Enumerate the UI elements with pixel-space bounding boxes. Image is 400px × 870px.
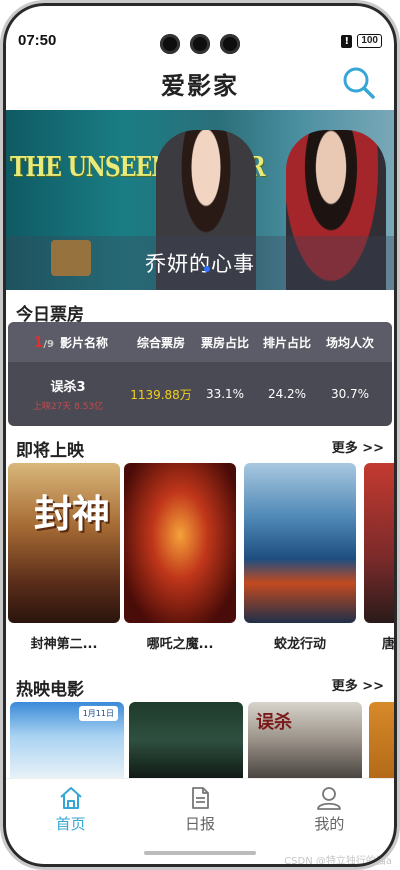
watermark: CSDN @特立独行的猫a	[284, 856, 392, 867]
boxoffice-header-row: 1/9 影片名称 综合票房 票房占比 排片占比 场均人次	[8, 322, 392, 362]
movie-poster: 封神	[8, 463, 120, 623]
movie-poster[interactable]	[129, 702, 243, 778]
film-avg-attendance: 30.7%	[330, 387, 370, 401]
tab-label: 我的	[314, 815, 345, 833]
movie-poster	[124, 463, 236, 623]
poster-date-tag: 1月11日	[78, 706, 118, 721]
app-title: 爱影家	[161, 72, 239, 100]
app-header: 爱影家	[6, 62, 394, 106]
movie-title: 蛟龙行动	[273, 637, 326, 652]
film-gross: 1139.88万	[130, 387, 192, 402]
movie-title: 哪吒之魔...	[146, 637, 214, 652]
tab-label: 日报	[184, 815, 215, 833]
hot-carousel[interactable]: 1月11日 误杀	[10, 702, 400, 778]
header-gross: 综合票房	[136, 335, 185, 350]
movie-poster[interactable]	[369, 702, 400, 778]
upcoming-carousel[interactable]: 封神 封神第二... 哪吒之魔... 蛟龙行动 唐	[8, 463, 400, 653]
status-time: 07:50	[18, 32, 57, 49]
boxoffice-table[interactable]: 1/9 影片名称 综合票房 票房占比 排片占比 场均人次 误杀3 上映27天 8.…	[8, 322, 392, 426]
hot-more-link[interactable]: 更多 >>	[332, 675, 384, 694]
tab-label: 首页	[55, 815, 86, 833]
film-name: 误杀3	[50, 380, 86, 395]
film-box-share: 33.1%	[205, 387, 245, 401]
movie-card[interactable]: 蛟龙行动	[244, 463, 356, 652]
tab-daily-report[interactable]: 日报	[135, 779, 264, 838]
search-icon	[343, 67, 375, 99]
featured-banner[interactable]: THE UNSEEN SISTER 乔妍的心事	[6, 110, 394, 290]
bottom-tab-bar: 首页 日报 我的	[6, 778, 394, 838]
movie-title: 封神第二...	[30, 637, 98, 652]
upcoming-more-link[interactable]: 更多 >>	[332, 437, 384, 456]
alert-icon: !	[341, 34, 353, 48]
pager[interactable]: 1/9	[28, 335, 54, 351]
document-icon	[192, 787, 209, 809]
movie-card[interactable]: 哪吒之魔...	[124, 463, 236, 652]
hot-section-title: 热映电影	[16, 680, 84, 700]
film-screen-share: 24.2%	[267, 387, 307, 401]
film-cell: 误杀3 上映27天 8.53亿	[8, 376, 128, 412]
header-film-name: 1/9 影片名称	[8, 334, 128, 351]
movie-poster[interactable]: 1月11日	[10, 702, 124, 778]
movie-poster[interactable]: 误杀	[248, 702, 362, 778]
camera-icon	[190, 34, 210, 54]
header-screen-share: 排片占比	[262, 335, 311, 350]
battery-icon: 100	[357, 34, 382, 48]
home-indicator[interactable]	[144, 851, 256, 855]
search-button[interactable]	[342, 66, 376, 100]
user-icon	[317, 787, 342, 810]
upcoming-section-title: 即将上映	[16, 441, 84, 461]
poster-title-art: 封神	[34, 491, 111, 536]
movie-poster	[244, 463, 356, 623]
header-avg-attendance: 场均人次	[325, 335, 374, 350]
status-bar: 07:50 ! 100	[18, 28, 382, 56]
camera-icon	[220, 34, 240, 54]
tab-profile[interactable]: 我的	[265, 779, 394, 838]
film-release-info: 上映27天 8.53亿	[32, 402, 104, 412]
movie-card[interactable]: 封神 封神第二...	[8, 463, 120, 652]
home-icon	[59, 787, 82, 809]
banner-page-indicator[interactable]	[204, 266, 210, 272]
header-box-share: 票房占比	[200, 335, 249, 350]
movie-poster	[364, 463, 400, 623]
movie-card[interactable]: 唐	[364, 463, 400, 652]
banner-caption: 乔妍的心事	[145, 252, 255, 276]
poster-title-art: 误杀	[256, 712, 292, 733]
camera-icon	[160, 34, 180, 54]
status-indicators: ! 100	[341, 34, 382, 48]
tab-home[interactable]: 首页	[6, 779, 135, 838]
movie-title: 唐	[382, 637, 396, 652]
table-row[interactable]: 误杀3 上映27天 8.53亿 1139.88万 33.1% 24.2% 30.…	[8, 362, 392, 426]
